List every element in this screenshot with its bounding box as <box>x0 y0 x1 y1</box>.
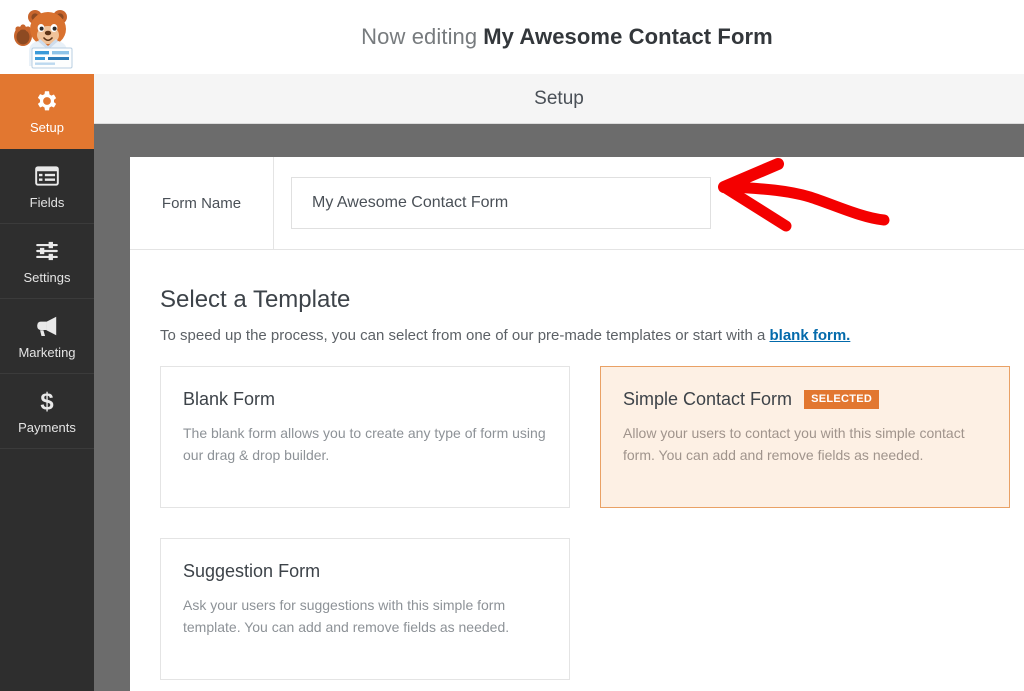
template-card-description: The blank form allows you to create any … <box>183 423 547 466</box>
template-card-title: Blank Form <box>183 389 275 410</box>
sliders-icon <box>34 238 60 264</box>
template-card-title-row: Simple Contact Form SELECTED <box>623 389 987 410</box>
setup-tab-title: Setup <box>534 88 584 110</box>
form-name-row: Form Name <box>130 157 1024 250</box>
page-title: Now editing My Awesome Contact Form <box>0 0 1024 74</box>
svg-text:$: $ <box>40 389 53 414</box>
template-card-blank-form[interactable]: Blank Form The blank form allows you to … <box>160 366 570 508</box>
sidebar-item-marketing-label: Marketing <box>18 346 75 359</box>
top-header-bar: Now editing My Awesome Contact Form <box>0 0 1024 74</box>
template-card-suggestion-form[interactable]: Suggestion Form Ask your users for sugge… <box>160 538 570 680</box>
template-card-title: Simple Contact Form <box>623 389 792 410</box>
template-card-description: Allow your users to contact you with thi… <box>623 423 987 466</box>
template-card-description: Ask your users for suggestions with this… <box>183 595 547 638</box>
sidebar-item-setup-label: Setup <box>30 121 64 134</box>
blank-form-link[interactable]: blank form. <box>769 327 850 344</box>
sidebar-item-marketing[interactable]: Marketing <box>0 299 94 374</box>
template-card-title-row: Suggestion Form <box>183 561 547 582</box>
template-card-title: Suggestion Form <box>183 561 320 582</box>
setup-panel: Form Name Select a Template To speed up … <box>130 157 1024 691</box>
sidebar-item-fields-label: Fields <box>30 196 65 209</box>
sidebar-item-fields[interactable]: Fields <box>0 149 94 224</box>
now-editing-label: Now editing <box>361 24 477 50</box>
sidebar-item-settings[interactable]: Settings <box>0 224 94 299</box>
template-card-simple-contact-form[interactable]: Simple Contact Form SELECTED Allow your … <box>600 366 1010 508</box>
sidebar-item-setup[interactable]: Setup <box>0 74 94 149</box>
select-template-header: Select a Template To speed up the proces… <box>130 250 1024 344</box>
form-name-label: Form Name <box>130 157 274 249</box>
form-name-input[interactable] <box>291 177 711 229</box>
builder-sidebar: Setup Fields <box>0 74 94 691</box>
template-card-grid: Blank Form The blank form allows you to … <box>160 366 1010 680</box>
status-badge-selected: SELECTED <box>804 390 879 408</box>
sidebar-item-payments[interactable]: $ Payments <box>0 374 94 449</box>
gear-icon <box>34 88 60 114</box>
megaphone-icon <box>34 313 60 339</box>
dollar-icon: $ <box>34 388 60 414</box>
sidebar-item-settings-label: Settings <box>24 271 71 284</box>
select-template-subtitle-text: To speed up the process, you can select … <box>160 327 769 344</box>
list-icon <box>34 163 60 189</box>
sidebar-item-payments-label: Payments <box>18 421 76 434</box>
setup-tab-bar: Setup <box>94 74 1024 124</box>
wpforms-builder-screen: Now editing My Awesome Contact Form Setu… <box>0 0 1024 691</box>
current-form-title: My Awesome Contact Form <box>483 24 773 50</box>
template-card-title-row: Blank Form <box>183 389 547 410</box>
select-template-title: Select a Template <box>160 286 1024 314</box>
select-template-subtitle: To speed up the process, you can select … <box>160 327 1024 344</box>
